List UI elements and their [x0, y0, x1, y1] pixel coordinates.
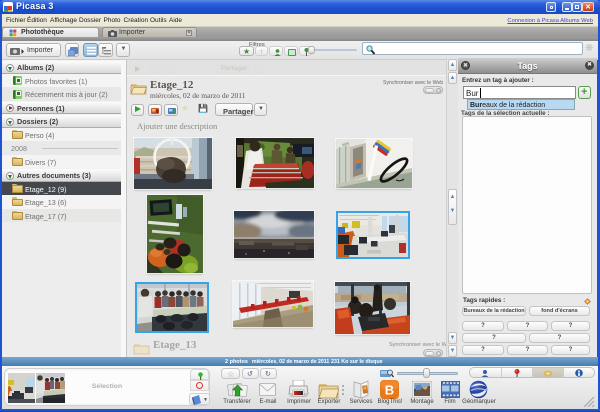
svg-text:B: B: [385, 383, 394, 398]
